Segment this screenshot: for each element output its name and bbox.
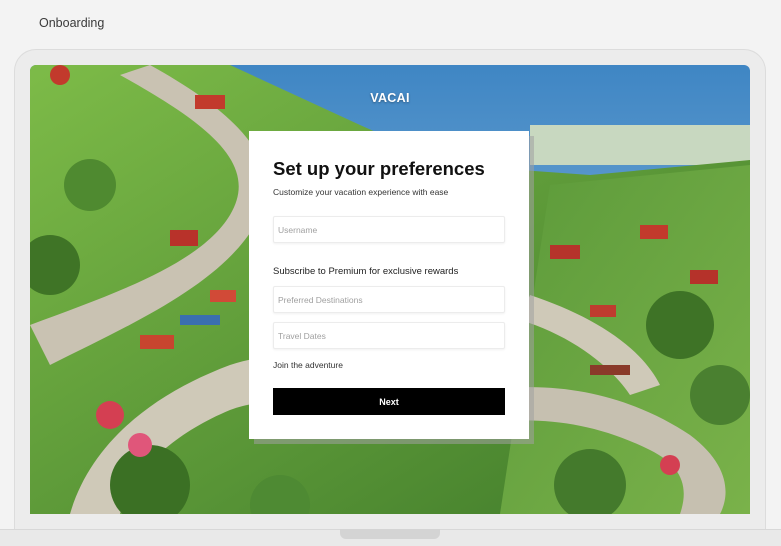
travel-dates-input[interactable] (273, 322, 505, 349)
form-subtitle: Customize your vacation experience with … (273, 187, 449, 197)
next-button[interactable]: Next (273, 388, 505, 415)
page-title: Onboarding (39, 16, 105, 30)
form-title: Set up your preferences (273, 158, 485, 179)
brand-logo: VACAI (370, 91, 410, 105)
preferred-destinations-input[interactable] (273, 286, 505, 313)
preferences-card: Set up your preferences Customize your v… (249, 131, 529, 439)
laptop-notch (340, 529, 440, 539)
username-input[interactable] (273, 216, 505, 243)
premium-subscription-text: Subscribe to Premium for exclusive rewar… (273, 266, 459, 277)
join-adventure-text: Join the adventure (273, 360, 343, 370)
